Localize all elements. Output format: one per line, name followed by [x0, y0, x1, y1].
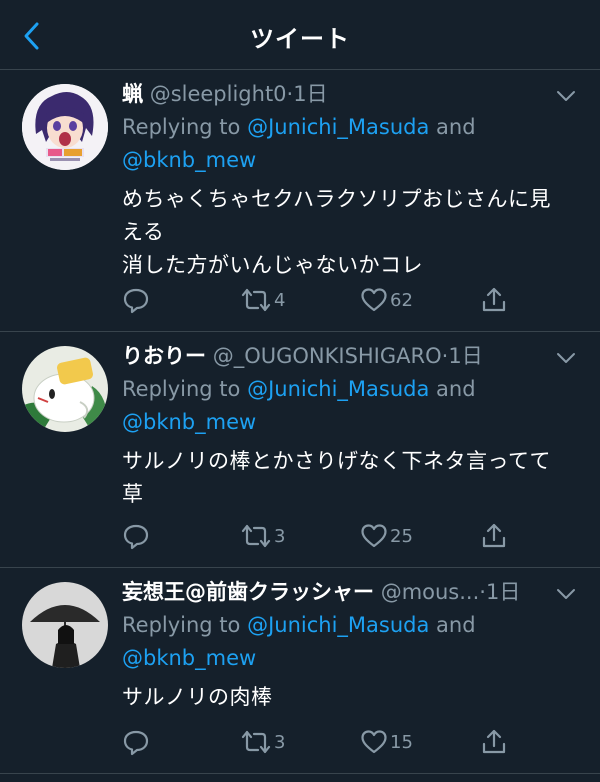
like-icon: [361, 524, 387, 548]
author-name[interactable]: りおりー: [122, 344, 206, 368]
tweet-header: 妄想王@前歯クラッシャー @mous...·1日: [122, 576, 577, 609]
tweet-actions: 4 62: [122, 284, 522, 316]
retweet-button[interactable]: 4: [240, 284, 285, 316]
and-text: and: [429, 377, 476, 401]
page-title: ツイート: [250, 25, 350, 53]
timestamp[interactable]: 1日: [448, 344, 482, 368]
and-text: and: [429, 613, 476, 637]
author-handle[interactable]: @mous...: [381, 580, 480, 604]
tweet-text-line: える: [122, 220, 165, 244]
retweet-icon: [241, 524, 271, 548]
replying-to: Replying to @Junichi_Masuda and @bknb_me…: [122, 373, 577, 439]
share-icon: [482, 523, 506, 548]
like-count: 62: [390, 289, 413, 311]
retweet-count: 3: [274, 731, 286, 753]
like-button[interactable]: 25: [360, 520, 413, 552]
timestamp[interactable]: 1日: [293, 82, 327, 106]
chevron-down-icon[interactable]: [554, 84, 578, 108]
retweet-button[interactable]: 3: [240, 726, 285, 758]
author-handle[interactable]: @sleeplight0: [150, 82, 287, 106]
retweet-icon: [241, 730, 271, 754]
tweet-text-line: サルノリの肉棒: [122, 685, 273, 709]
mention-link[interactable]: @bknb_mew: [122, 646, 256, 670]
share-button[interactable]: [480, 520, 508, 552]
tweet[interactable]: 蝋 @sleeplight0·1日 Replying to @Junichi_M…: [0, 70, 600, 332]
tweet-text-line: 消した方がいんじゃないかコレ: [122, 253, 423, 277]
and-text: and: [429, 115, 476, 139]
like-icon: [361, 288, 387, 312]
tweet-text-line: 草: [122, 482, 144, 506]
author-name[interactable]: 妄想王@前歯クラッシャー: [122, 580, 374, 604]
author-handle[interactable]: @_OUGONKISHIGARO: [213, 344, 442, 368]
avatar-image: [22, 84, 108, 170]
like-button[interactable]: 62: [360, 284, 413, 316]
replying-to-label: Replying to: [122, 115, 248, 139]
reply-button[interactable]: [122, 726, 150, 758]
like-count: 25: [390, 525, 413, 547]
reply-icon: [123, 730, 149, 756]
chevron-down-icon[interactable]: [554, 582, 578, 606]
replying-to-label: Replying to: [122, 377, 248, 401]
replying-to: Replying to @Junichi_Masuda and @bknb_me…: [122, 609, 577, 675]
reply-button[interactable]: [122, 520, 150, 552]
like-count: 15: [390, 731, 413, 753]
avatar[interactable]: [22, 346, 108, 432]
tweet-header: りおりー @_OUGONKISHIGARO·1日: [122, 340, 577, 373]
tweet-actions: 3 15: [122, 726, 522, 758]
separator-dot: ·: [479, 580, 486, 604]
tweet[interactable]: 妄想王@前歯クラッシャー @mous...·1日 Replying to @Ju…: [0, 568, 600, 774]
retweet-button[interactable]: 3: [240, 520, 285, 552]
tweet[interactable]: りおりー @_OUGONKISHIGARO·1日 Replying to @Ju…: [0, 332, 600, 568]
share-icon: [482, 287, 506, 312]
mention-link[interactable]: @Junichi_Masuda: [247, 377, 429, 401]
retweet-count: 3: [274, 525, 286, 547]
retweet-icon: [241, 288, 271, 312]
tweet-header: 蝋 @sleeplight0·1日: [122, 78, 577, 111]
avatar-image: [22, 346, 108, 432]
reply-icon: [123, 288, 149, 314]
like-button[interactable]: 15: [360, 726, 413, 758]
avatar[interactable]: [22, 84, 108, 170]
tweet-text: めちゃくちゃセクハラクソリプおじさんに見 える 消した方がいんじゃないかコレ: [122, 183, 577, 282]
replying-to-label: Replying to: [122, 613, 248, 637]
mention-link[interactable]: @Junichi_Masuda: [247, 115, 429, 139]
top-bar: ツイート: [0, 0, 600, 70]
share-button[interactable]: [480, 284, 508, 316]
mention-link[interactable]: @bknb_mew: [122, 410, 256, 434]
mention-link[interactable]: @Junichi_Masuda: [247, 613, 429, 637]
share-icon: [482, 729, 506, 754]
reply-button[interactable]: [122, 284, 150, 316]
retweet-count: 4: [274, 289, 286, 311]
reply-icon: [123, 524, 149, 550]
tweet-text: サルノリの棒とかさりげなく下ネタ言ってて 草: [122, 445, 577, 511]
avatar[interactable]: [22, 582, 108, 668]
share-button[interactable]: [480, 726, 508, 758]
mention-link[interactable]: @bknb_mew: [122, 148, 256, 172]
author-name[interactable]: 蝋: [122, 82, 143, 106]
tweet-actions: 3 25: [122, 520, 522, 552]
chevron-down-icon[interactable]: [554, 346, 578, 370]
timestamp[interactable]: 1日: [486, 580, 520, 604]
replying-to: Replying to @Junichi_Masuda and @bknb_me…: [122, 111, 577, 177]
avatar-image: [22, 582, 108, 668]
like-icon: [361, 730, 387, 754]
tweet-text: サルノリの肉棒: [122, 681, 577, 714]
tweet-text-line: めちゃくちゃセクハラクソリプおじさんに見: [122, 187, 551, 211]
tweet-text-line: サルノリの棒とかさりげなく下ネタ言ってて: [122, 449, 551, 473]
